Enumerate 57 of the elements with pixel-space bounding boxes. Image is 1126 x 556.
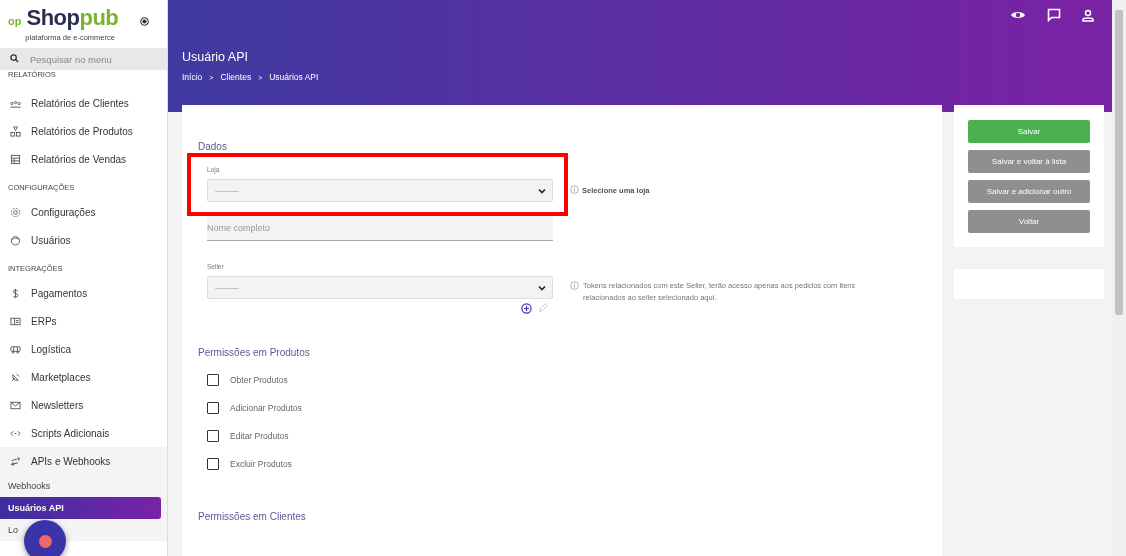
checkbox[interactable] xyxy=(207,374,219,386)
checkbox-label: Editar Produtos xyxy=(230,431,289,441)
submenu-item[interactable]: Usuários API xyxy=(0,497,161,519)
store-select[interactable]: --------- xyxy=(207,179,553,202)
truck-icon xyxy=(10,343,21,355)
sidebar-item[interactable]: Newsletters xyxy=(0,391,167,419)
checkbox[interactable] xyxy=(207,402,219,414)
chevron-down-icon xyxy=(538,187,546,194)
checkbox-label: Adicionar Produtos xyxy=(230,403,302,413)
radio-icon[interactable] xyxy=(140,16,149,26)
shapes-icon xyxy=(10,125,21,137)
menu-search-field[interactable]: Pesquisar no menu xyxy=(0,48,167,70)
sidebar-item[interactable]: Relatórios de Produtos xyxy=(0,117,167,145)
sidebar-item[interactable]: Logística xyxy=(0,335,167,363)
section-title: Permissões em Produtos xyxy=(198,347,311,358)
envelope-icon xyxy=(10,399,21,411)
breadcrumb-link[interactable]: Clientes xyxy=(220,72,252,82)
logo-mark: op xyxy=(8,14,22,27)
breadcrumb-link[interactable]: Usuários API xyxy=(269,72,319,82)
section-title: Dados xyxy=(198,141,228,152)
eye-icon[interactable] xyxy=(1010,9,1026,21)
sidebar-item[interactable]: ERPs xyxy=(0,307,167,335)
sidebar-item[interactable]: Scripts Adicionais xyxy=(0,419,167,447)
settings-icon xyxy=(10,206,21,218)
info-icon xyxy=(570,185,579,194)
full-name-field[interactable]: Nome completo xyxy=(207,216,553,241)
face-icon xyxy=(10,234,21,246)
swap-icon xyxy=(10,455,21,467)
scrollbar[interactable] xyxy=(1112,0,1126,556)
sidebar-item[interactable]: Relatórios de Vendas xyxy=(0,145,167,173)
info-icon xyxy=(570,281,579,290)
section-title: Permissões em Clientes xyxy=(198,511,307,522)
chat-icon[interactable] xyxy=(1047,8,1061,22)
page-title: Usuário API xyxy=(182,50,249,64)
dollar-icon xyxy=(10,287,21,299)
checkbox[interactable] xyxy=(207,458,219,470)
sidebar-item[interactable]: APIs e Webhooks xyxy=(0,447,167,475)
chevron-down-icon xyxy=(538,284,546,291)
submenu-item[interactable]: Lo xyxy=(0,519,22,541)
sidebar-item[interactable]: Usuários xyxy=(0,226,167,254)
logo-wordmark: Shoppub xyxy=(26,6,119,29)
checkbox-label: Obter Produtos xyxy=(230,375,288,385)
checkbox-label: Excluir Produtos xyxy=(230,459,292,469)
satellite-dish-icon xyxy=(10,371,21,383)
user-icon[interactable] xyxy=(1082,8,1094,22)
add-icon[interactable] xyxy=(521,303,532,314)
table-icon xyxy=(10,153,21,165)
search-icon xyxy=(10,54,19,63)
submenu-item[interactable]: Webhooks xyxy=(0,475,55,497)
panel-icon xyxy=(10,315,21,327)
sidebar-item[interactable]: Configurações xyxy=(0,198,167,226)
seller-select[interactable]: --------- xyxy=(207,276,553,299)
sidebar-item[interactable]: Pagamentos xyxy=(0,279,167,307)
sidebar-item[interactable]: Marketplaces xyxy=(0,363,167,391)
breadcrumb-link[interactable]: Início xyxy=(182,72,203,82)
sidebar-item[interactable]: Relatórios de Clientes xyxy=(0,89,167,117)
checkbox[interactable] xyxy=(207,430,219,442)
